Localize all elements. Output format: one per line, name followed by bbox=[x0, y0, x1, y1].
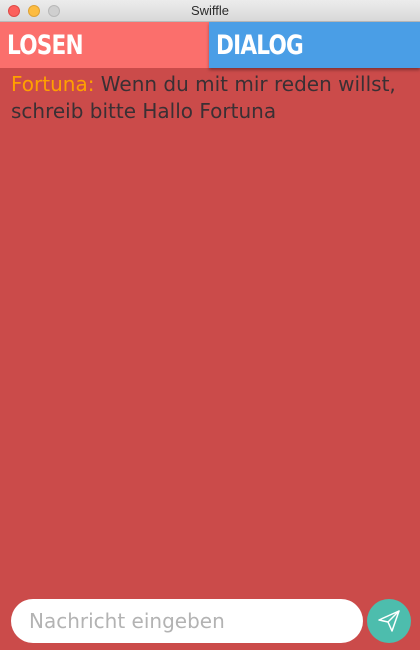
window-title: Swiffle bbox=[190, 3, 230, 18]
chat-message-list[interactable]: Fortuna: Wenn du mit mir reden willst, s… bbox=[0, 68, 420, 588]
message-input[interactable] bbox=[29, 599, 349, 643]
tab-dialog[interactable]: Dialog bbox=[209, 22, 420, 68]
tab-losen[interactable]: Losen bbox=[0, 22, 209, 68]
message-sender: Fortuna: bbox=[11, 72, 95, 96]
send-button[interactable] bbox=[367, 599, 411, 643]
chat-message: Fortuna: Wenn du mit mir reden willst, s… bbox=[11, 71, 411, 125]
tab-dialog-label: Dialog bbox=[216, 30, 304, 61]
tab-bar: Losen Dialog bbox=[0, 22, 420, 68]
app-window: Swiffle Losen Dialog Fortuna: Wenn du mi… bbox=[0, 0, 420, 650]
message-input-container bbox=[11, 599, 363, 643]
window-titlebar[interactable]: Swiffle bbox=[0, 0, 420, 22]
paper-plane-icon bbox=[378, 610, 400, 632]
tab-losen-label: Losen bbox=[7, 30, 84, 61]
